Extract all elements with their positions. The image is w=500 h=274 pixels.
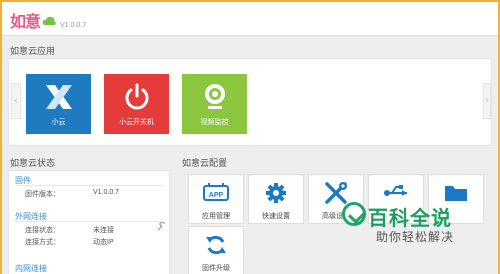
app-tile-camera[interactable]: 视频监控 <box>182 74 247 134</box>
config-tile-label: 应用管理 <box>202 213 230 220</box>
logo-text: 如意 <box>10 12 41 31</box>
app-tile-label: 小云 <box>51 119 66 126</box>
wrench-icon[interactable] <box>157 222 166 231</box>
header-bar: 如意 V1.0.0.7 <box>2 2 498 36</box>
connection-state-label: 连接状态： <box>25 227 60 234</box>
x-icon <box>26 80 91 114</box>
watermark-subtitle: 助你轻松解决 <box>376 230 455 244</box>
config-tile-app-manage[interactable]: APP 应用管理 <box>188 174 244 224</box>
logo: 如意 V1.0.0.7 <box>10 8 86 32</box>
power-icon <box>104 80 169 114</box>
config-tile-label: 快速设置 <box>262 213 290 220</box>
gear-icon <box>249 179 303 207</box>
firmware-version-value: V1.0.0.7 <box>93 189 120 196</box>
connection-mode-value: 动态IP <box>93 239 114 246</box>
app-tile-xiaoyun[interactable]: 小云 <box>26 74 91 134</box>
divider <box>15 185 163 186</box>
app-window: 如意 V1.0.0.7 如意云应用 ‹ 小云 小云开关机 视频监控 › 如意云状… <box>2 2 498 274</box>
app-tile-label: 视频监控 <box>200 119 229 126</box>
config-section-title: 如意云配置 <box>182 158 228 168</box>
svg-text:APP: APP <box>209 192 224 199</box>
cloud-logo-icon <box>42 16 56 25</box>
connection-mode-label: 连接方式： <box>25 239 60 246</box>
app-tile-power[interactable]: 小云开关机 <box>104 74 169 134</box>
firmware-version-label: 固件版本： <box>25 191 60 198</box>
refresh-icon <box>189 231 243 259</box>
carousel-next-button[interactable]: › <box>483 83 491 119</box>
divider <box>15 221 163 222</box>
status-section-title: 如意云状态 <box>10 158 56 168</box>
lan-group-title: 内网连接 <box>15 264 47 273</box>
carousel-prev-button[interactable]: ‹ <box>11 83 21 119</box>
config-tile-label: 固件升级 <box>202 265 230 272</box>
app-icon: APP <box>189 179 243 207</box>
connection-state-value: 未连接 <box>93 227 114 234</box>
watermark-title: 百科全说 <box>368 206 452 230</box>
watermark: 百科全说 助你轻松解决 <box>342 200 476 248</box>
config-tile-firmware-upgrade[interactable]: 固件升级 <box>188 226 244 274</box>
check-badge-icon <box>342 202 366 226</box>
webcam-icon <box>182 80 247 114</box>
app-tile-label: 小云开关机 <box>119 119 154 126</box>
apps-panel: ‹ 小云 小云开关机 视频监控 › <box>8 58 492 146</box>
status-panel: 固件 固件版本： V1.0.0.7 外网连接 连接状态： 未连接 连接方式： 动… <box>8 170 170 274</box>
version-label: V1.0.0.7 <box>60 22 87 29</box>
apps-section-title: 如意云应用 <box>10 46 56 56</box>
config-tile-quick-settings[interactable]: 快速设置 <box>248 174 304 224</box>
